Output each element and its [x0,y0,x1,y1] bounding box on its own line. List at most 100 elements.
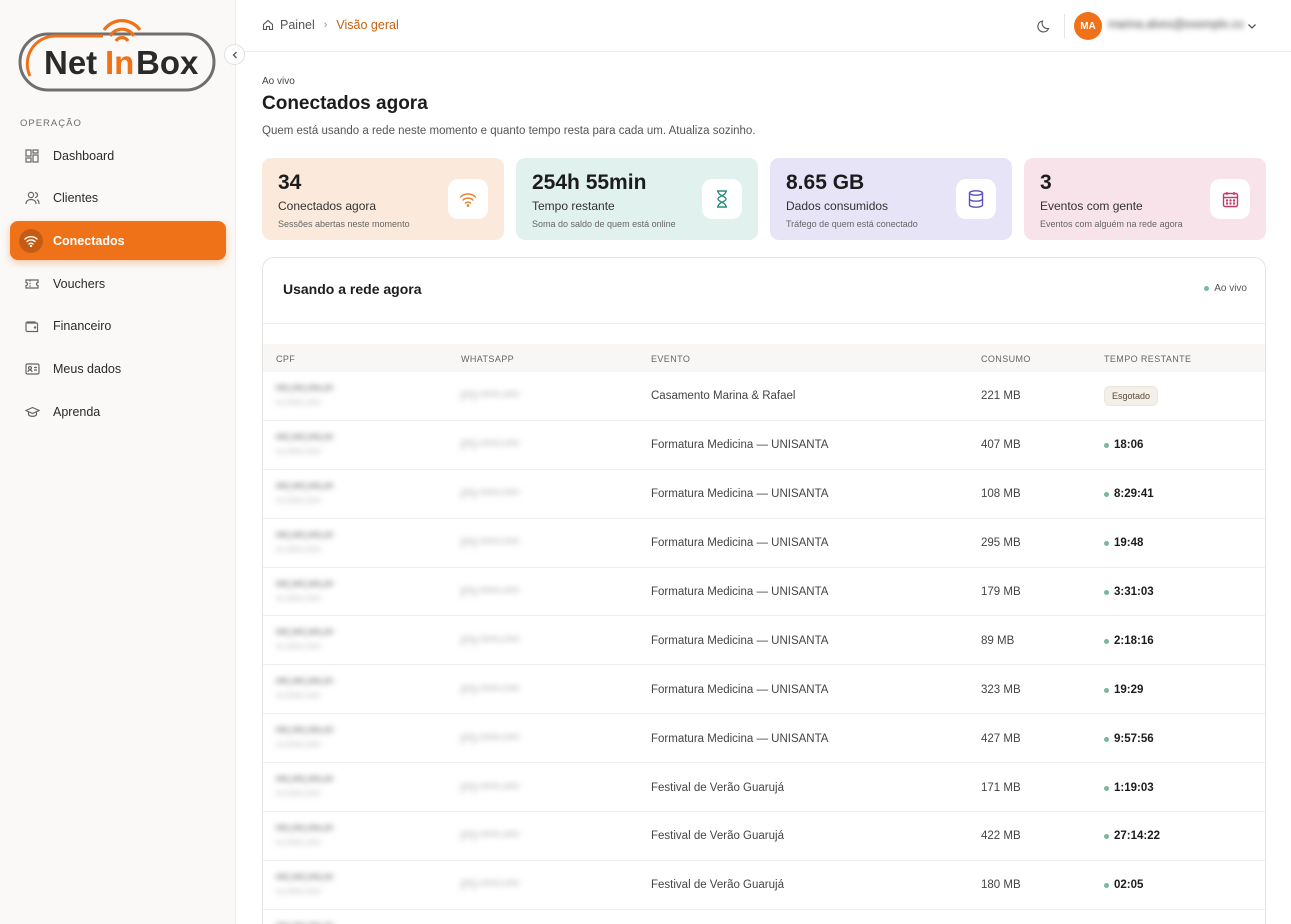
sidebar-item-financeiro[interactable]: Financeiro [10,307,226,346]
time-remaining-value: 27:14:22 [1114,830,1161,843]
column-header-cpf[interactable]: CPF [276,354,295,364]
table-row[interactable]: ***.***.***-** **-*****-**** (**) *****-**… [263,861,1265,910]
users-icon [24,190,40,206]
status-badge: Esgotado [1104,386,1159,407]
stats-cards: 34 Conectados agora Sessões abertas nest… [262,158,1266,240]
time-remaining: 9:57:56 [1104,733,1154,745]
tempo-cell: 18:06 [1104,421,1143,470]
column-header-whatsapp[interactable]: WHATSAPP [461,354,514,364]
cpf-secondary: **-*****-**** [276,790,321,801]
moon-icon [1037,20,1050,33]
status-dot-icon [1104,541,1109,547]
stat-card-conectados: 34 Conectados agora Sessões abertas nest… [262,158,504,240]
sidebar-item-dashboard[interactable]: Dashboard [10,136,226,175]
time-remaining-value: 02:05 [1114,879,1144,892]
wallet-icon [24,318,40,334]
whatsapp-cell: (**) *****-**** [461,781,520,794]
table-row[interactable]: ***.***.***-****-*****-**** [263,910,1265,924]
evento-cell: Festival de Verão Guarujá [651,879,784,892]
cpf-value: ***.***.***-** [276,530,333,543]
table-row[interactable]: ***.***.***-** **-*****-**** (**) *****-**… [263,714,1265,764]
cpf-secondary: **-*****-**** [276,545,321,556]
cpf-cell: ***.***.***-** **-*****-**** [276,665,333,714]
cpf-value: ***.***.***-** [276,481,333,494]
column-header-tempo-restante[interactable]: TEMPO RESTANTE [1104,354,1191,364]
evento-cell: Formatura Medicina — UNISANTA [651,488,829,501]
consumo-cell: 407 MB [981,439,1021,452]
page-eyebrow: Ao vivo [262,76,295,87]
table-row[interactable]: ***.***.***-** **-*****-**** (**) *****-**… [263,812,1265,861]
evento-cell: Festival de Verão Guarujá [651,781,784,794]
time-remaining-value: 19:48 [1114,537,1144,550]
stat-description: Sessões abertas neste momento [278,219,410,229]
sidebar-item-clientes[interactable]: Clientes [10,179,226,218]
table-row[interactable]: ***.***.***-** **-*****-**** (**) *****-**… [263,568,1265,617]
cpf-value: ***.***.***-** [276,579,333,592]
cpf-secondary: **-*****-**** [276,887,321,898]
consumo-cell: 295 MB [981,537,1021,550]
table-row[interactable]: ***.***.***-** **-*****-**** (**) *****-**… [263,470,1265,519]
time-remaining: 3:31:03 [1104,586,1154,598]
breadcrumb-home-label: Painel [280,18,315,32]
consumo-cell: 180 MB [981,879,1021,892]
column-header-consumo[interactable]: CONSUMO [981,354,1031,364]
sidebar-item-vouchers[interactable]: Vouchers [10,264,226,303]
time-remaining: 19:29 [1104,684,1143,696]
stat-card-eventos: 3 Eventos com gente Eventos com alguém n… [1024,158,1266,240]
consumo-cell: 323 MB [981,683,1021,696]
table-row[interactable]: ***.***.***-** **-*****-**** (**) *****-**… [263,616,1265,666]
sidebar-item-meus-dados[interactable]: Meus dados [10,349,226,388]
svg-text:Net: Net [44,44,97,81]
status-dot-icon [1104,687,1109,693]
status-dot-icon [1104,834,1109,840]
time-remaining-value: 18:06 [1114,439,1144,452]
sidebar-nav: Dashboard Clientes Conectados Vouchers F… [10,136,226,435]
live-label: Ao vivo [1214,283,1247,294]
evento-cell: Formatura Medicina — UNISANTA [651,439,829,452]
time-remaining: 1:19:03 [1104,782,1154,794]
sidebar-item-label: Meus dados [53,361,122,376]
cpf-secondary: **-*****-**** [276,692,321,703]
svg-text:Box: Box [136,44,199,81]
sidebar-item-conectados[interactable]: Conectados [10,221,226,261]
consumo-cell: 179 MB [981,586,1021,598]
cpf-cell: ***.***.***-** **-*****-**** [276,812,333,861]
topbar-divider [1064,14,1065,38]
table-row[interactable]: ***.***.***-** **-*****-**** (**) *****-**… [263,665,1265,715]
evento-cell: Formatura Medicina — UNISANTA [651,537,829,550]
cpf-secondary: **-*****-**** [276,643,321,654]
table-row[interactable]: ***.***.***-** **-*****-**** (**) *****-**… [263,421,1265,470]
time-remaining: 19:48 [1104,537,1143,549]
table-row[interactable]: ***.***.***-** **-*****-**** (**) *****-**… [263,372,1265,421]
cpf-cell: ***.***.***-** **-*****-**** [276,763,333,812]
tempo-cell: 19:48 [1104,519,1143,568]
user-menu-chevron-down-icon[interactable] [1246,19,1258,31]
consumo-cell: 221 MB [981,390,1021,403]
theme-toggle-button[interactable] [1036,17,1054,35]
database-icon [956,179,996,219]
table-row[interactable]: ***.***.***-** **-*****-**** (**) *****-**… [263,763,1265,813]
page-title: Conectados agora [262,93,428,114]
avatar[interactable]: MA [1074,12,1102,40]
sidebar-item-aprenda[interactable]: Aprenda [10,392,226,431]
netinbox-logo[interactable]: Net In Box [18,16,218,96]
table-row[interactable]: ***.***.***-** **-*****-**** (**) *****-**… [263,519,1265,568]
user-email[interactable]: marina.alves@exemplo.com [1108,19,1244,31]
consumo-cell: 171 MB [981,781,1021,794]
collapse-sidebar-button[interactable] [224,44,245,65]
cpf-cell: ***.***.***-** **-*****-**** [276,714,333,763]
stat-description: Eventos com alguém na rede agora [1040,219,1183,229]
hourglass-icon [702,179,742,219]
time-remaining: 02:05 [1104,879,1143,891]
column-header-evento[interactable]: EVENTO [651,354,690,364]
chevron-right-icon: › [323,19,328,31]
cpf-secondary: **-*****-**** [276,447,321,458]
breadcrumb-home[interactable]: Painel [262,18,315,32]
cpf-secondary: **-*****-**** [276,594,321,605]
tempo-cell: 19:29 [1104,665,1143,714]
cpf-cell: ***.***.***-** **-*****-**** [276,372,333,421]
evento-cell: Formatura Medicina — UNISANTA [651,634,829,647]
consumo-cell: 89 MB [981,634,1015,647]
id-card-icon [24,361,40,377]
tempo-cell: 27:14:22 [1104,812,1160,861]
